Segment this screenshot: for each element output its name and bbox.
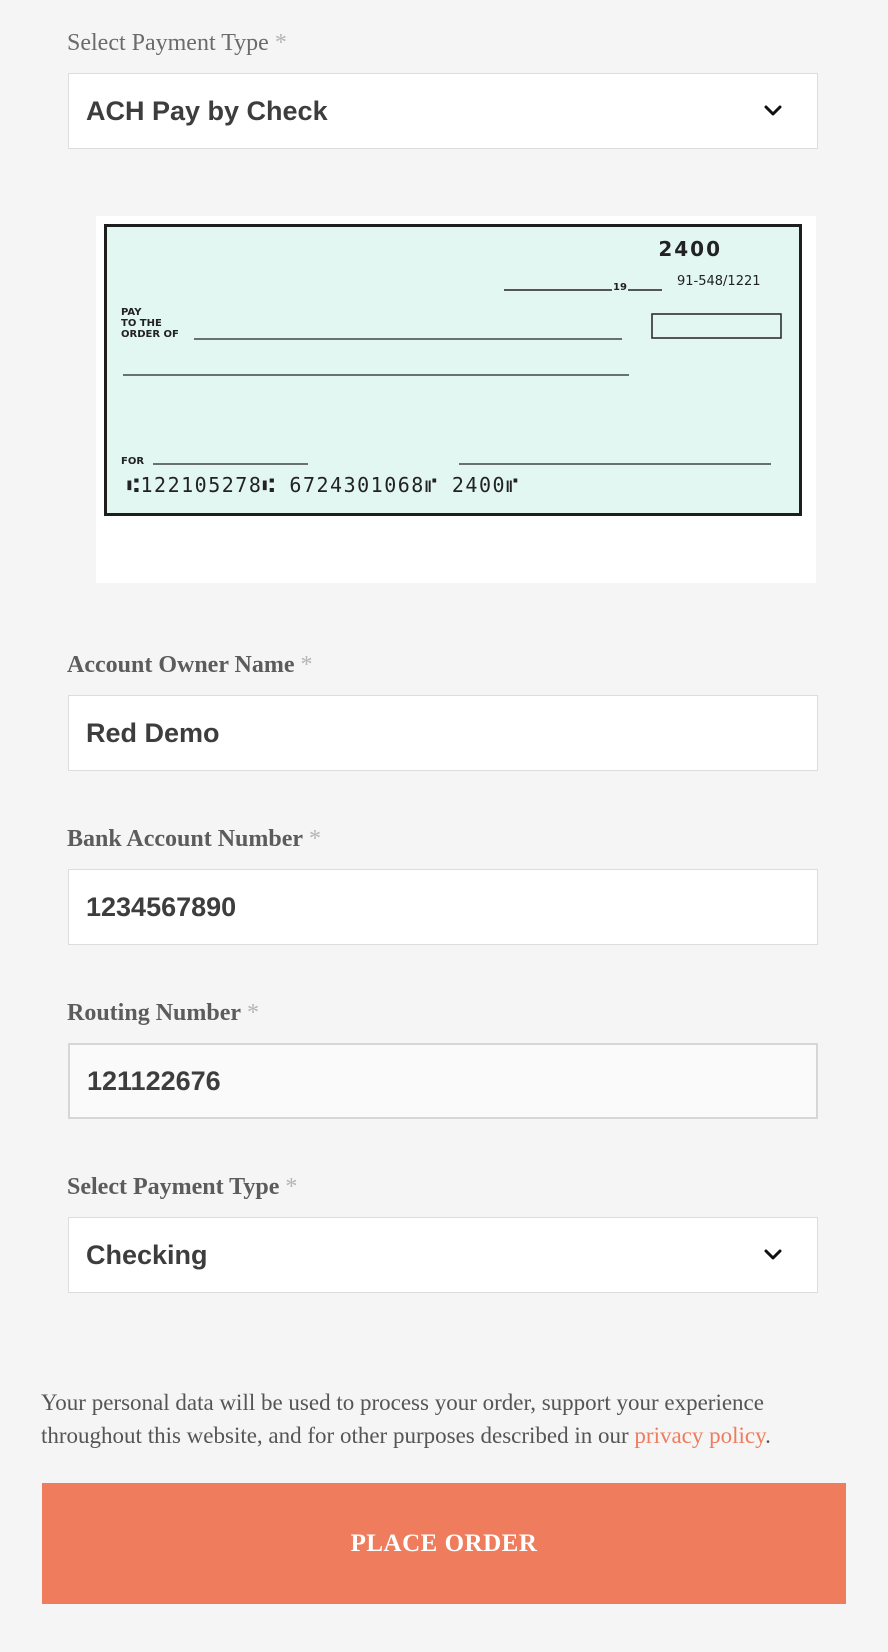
bank-account-value: 1234567890: [86, 891, 237, 922]
privacy-policy-link[interactable]: privacy policy: [634, 1423, 765, 1448]
account-owner-value: Red Demo: [86, 717, 220, 748]
micr-line: ⑆122105278⑆ 6724301068⑈ 2400⑈: [127, 473, 520, 497]
required-asterisk: *: [247, 1000, 260, 1026]
required-asterisk: *: [285, 1174, 298, 1200]
payment-type-value: ACH Pay by Check: [86, 95, 328, 126]
required-asterisk: *: [274, 30, 287, 56]
place-order-button[interactable]: PLACE ORDER: [42, 1483, 846, 1604]
check-date-suffix: 19: [613, 282, 627, 293]
routing-number-value: 121122676: [87, 1065, 221, 1096]
place-order-label: PLACE ORDER: [350, 1529, 538, 1557]
routing-number-input[interactable]: 121122676: [68, 1043, 818, 1119]
account-type-select[interactable]: Checking: [68, 1217, 818, 1293]
pay-to-line2: TO THE: [121, 318, 162, 329]
required-asterisk: *: [300, 652, 313, 678]
account-owner-label: Account Owner Name *: [67, 652, 313, 678]
privacy-notice-end: .: [765, 1423, 771, 1448]
payment-type-label: Select Payment Type *: [67, 30, 287, 56]
bank-account-label: Bank Account Number *: [67, 826, 322, 852]
check-sample-image: 2400 19 91-548/1221 PAY TO THE ORDER OF …: [96, 216, 816, 583]
memo-label: FOR: [121, 456, 144, 467]
routing-number-label: Routing Number *: [67, 1000, 260, 1026]
check-fraction-code: 91-548/1221: [677, 274, 761, 289]
required-asterisk: *: [309, 826, 322, 852]
pay-to-line3: ORDER OF: [121, 329, 179, 340]
chevron-down-icon: [764, 105, 782, 116]
pay-to-line1: PAY: [121, 307, 142, 318]
payment-type-select[interactable]: ACH Pay by Check: [68, 73, 818, 149]
check-illustration: 2400 19 91-548/1221 PAY TO THE ORDER OF …: [104, 224, 802, 516]
account-type-label: Select Payment Type *: [67, 1174, 298, 1200]
privacy-notice: Your personal data will be used to proce…: [41, 1386, 841, 1452]
account-owner-input[interactable]: Red Demo: [68, 695, 818, 771]
check-number: 2400: [658, 237, 722, 261]
bank-account-input[interactable]: 1234567890: [68, 869, 818, 945]
chevron-down-icon: [764, 1249, 782, 1260]
account-type-value: Checking: [86, 1239, 208, 1270]
